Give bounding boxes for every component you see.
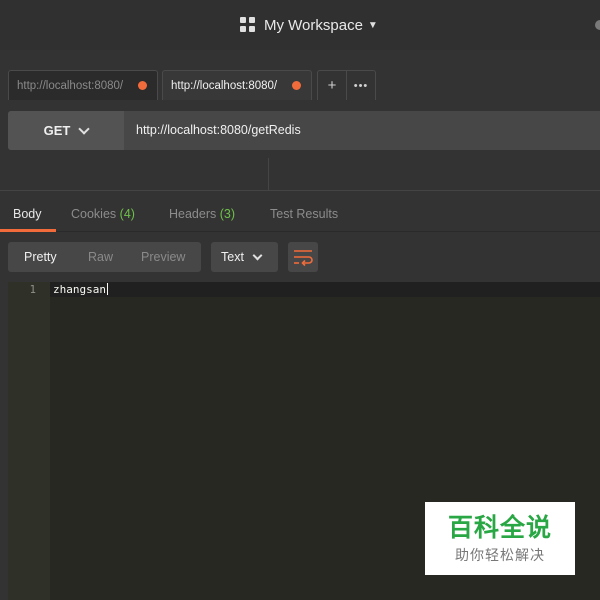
chevron-down-icon bbox=[252, 250, 263, 260]
more-icon: ••• bbox=[353, 79, 369, 92]
tab-headers-label: Headers bbox=[169, 207, 217, 221]
line-number: 1 bbox=[29, 284, 36, 296]
partial-indicator-icon bbox=[595, 20, 600, 30]
watermark-logo: 百科全说 助你轻松解决 bbox=[425, 502, 575, 575]
format-select[interactable]: Text bbox=[211, 242, 278, 272]
cookies-count: (4) bbox=[119, 207, 135, 221]
workspace-switcher[interactable]: My Workspace ▼ bbox=[240, 14, 378, 36]
new-tab-button[interactable]: + bbox=[317, 70, 347, 100]
view-raw-button[interactable]: Raw bbox=[88, 250, 113, 264]
view-preview-button[interactable]: Preview bbox=[141, 250, 185, 264]
tab-test-results[interactable]: Test Results bbox=[270, 207, 338, 221]
top-bar: My Workspace ▼ bbox=[0, 0, 600, 50]
method-select[interactable]: GET bbox=[8, 111, 124, 150]
line-gutter bbox=[8, 282, 50, 600]
unsaved-dot-icon bbox=[292, 81, 301, 90]
url-input[interactable]: http://localhost:8080/getRedis bbox=[136, 123, 301, 137]
tab-cookies-label: Cookies bbox=[71, 207, 117, 221]
watermark-subtitle: 助你轻松解决 bbox=[455, 546, 545, 563]
view-pretty-button[interactable]: Pretty bbox=[24, 250, 57, 264]
request-tabs-bar: http://localhost:8080/ http://localhost:… bbox=[0, 50, 600, 100]
tab-test-results-label: Test Results bbox=[270, 207, 339, 221]
url-bar: GET http://localhost:8080/getRedis bbox=[8, 111, 600, 150]
caret-down-icon: ▼ bbox=[367, 19, 378, 31]
pane-divider[interactable] bbox=[268, 158, 269, 190]
watermark-title: 百科全说 bbox=[447, 513, 552, 542]
tab-label: http://localhost:8080/ bbox=[17, 79, 124, 92]
wrap-lines-button[interactable] bbox=[288, 242, 318, 272]
unsaved-dot-icon bbox=[138, 81, 147, 90]
code-line: zhangsan bbox=[53, 283, 108, 296]
chevron-down-icon bbox=[78, 122, 91, 135]
response-tabs: Body Cookies (4) Headers (3) Test Result… bbox=[0, 190, 600, 232]
grid-icon bbox=[240, 17, 256, 33]
request-tab[interactable]: http://localhost:8080/ bbox=[8, 70, 158, 100]
more-tabs-button[interactable]: ••• bbox=[346, 70, 376, 100]
tab-body-label: Body bbox=[13, 207, 42, 221]
code-line-text: zhangsan bbox=[53, 283, 106, 296]
tab-headers[interactable]: Headers (3) bbox=[169, 207, 235, 221]
view-mode-toggle: Pretty Raw Preview bbox=[8, 242, 201, 272]
tab-body[interactable]: Body bbox=[13, 207, 42, 221]
tab-cookies[interactable]: Cookies (4) bbox=[71, 207, 135, 221]
text-cursor bbox=[106, 283, 108, 295]
request-tab-active[interactable]: http://localhost:8080/ bbox=[162, 70, 312, 100]
response-toolbar: Pretty Raw Preview Text bbox=[0, 232, 600, 282]
wrap-lines-icon bbox=[294, 250, 313, 267]
workspace-label: My Workspace bbox=[264, 16, 363, 34]
headers-count: (3) bbox=[219, 207, 236, 221]
method-label: GET bbox=[43, 123, 71, 138]
tab-label: http://localhost:8080/ bbox=[171, 79, 278, 92]
format-label: Text bbox=[221, 250, 244, 264]
plus-icon: + bbox=[327, 77, 337, 94]
